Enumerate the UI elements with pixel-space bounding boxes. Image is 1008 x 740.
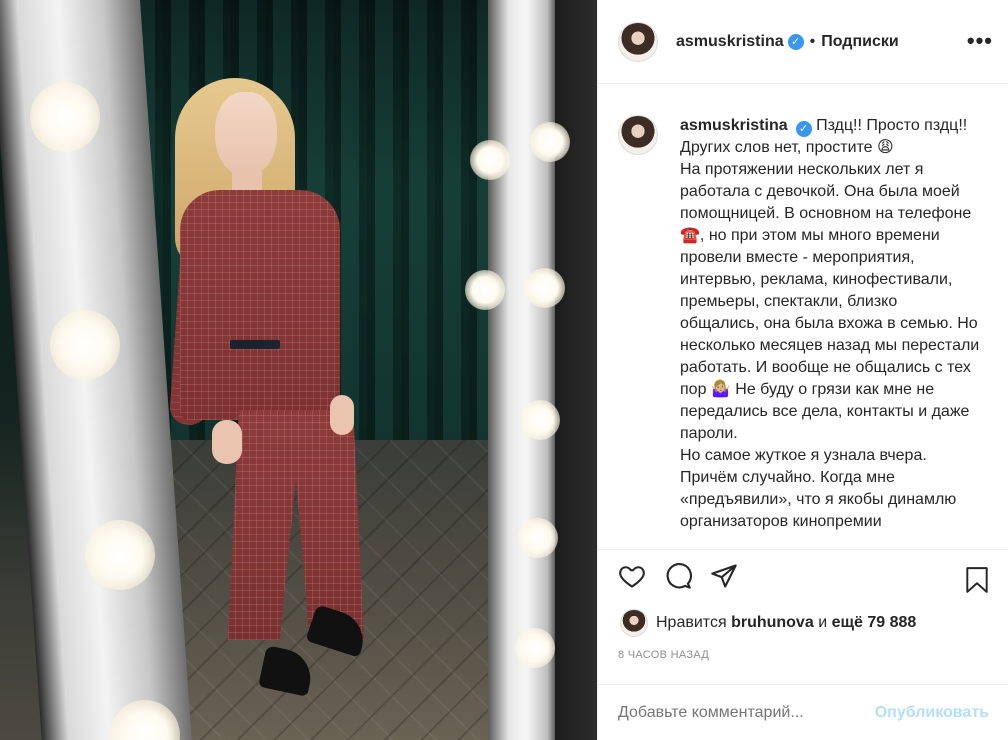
share-icon[interactable] <box>710 562 738 590</box>
caption-username[interactable]: asmuskristina <box>680 117 788 134</box>
bookmark-icon[interactable] <box>964 566 990 594</box>
more-options-icon[interactable]: ••• <box>967 28 993 54</box>
comment-bar: Опубликовать <box>598 684 1008 740</box>
publish-comment-button[interactable]: Опубликовать <box>875 704 989 722</box>
mirror-bulb <box>515 628 555 668</box>
mirror-bulb <box>470 140 510 180</box>
mirror-bulb <box>465 270 505 310</box>
mirror-bulb <box>520 400 560 440</box>
mirror-bulb <box>525 268 565 308</box>
separator-dot: • <box>809 32 816 50</box>
mirror-bulb <box>530 122 570 162</box>
caption-row: asmuskristina ✓ Пздц!! Просто пздц!! Друг… <box>598 85 1008 533</box>
liker-username[interactable]: bruhunova <box>731 614 814 632</box>
heart-icon[interactable] <box>618 562 646 590</box>
caption-text: asmuskristina ✓ Пздц!! Просто пздц!! Друг… <box>680 115 980 533</box>
woman-hand <box>330 395 354 435</box>
header-text: asmuskristina ✓ • Подписки <box>676 33 899 51</box>
mirror-frame-right <box>488 0 558 740</box>
checked-jacket <box>180 190 340 420</box>
mirror-bulb <box>50 310 120 380</box>
jacket-pocket <box>230 340 280 349</box>
mirror-bulb <box>30 82 100 152</box>
caption-scroll-area[interactable]: asmuskristina ✓ Пздц!! Просто пздц!! Друг… <box>598 85 1008 550</box>
mirror-bulb <box>518 518 558 558</box>
woman-hand <box>212 420 242 464</box>
caption-author-avatar[interactable] <box>618 115 658 155</box>
author-avatar[interactable] <box>618 21 658 62</box>
likes-summary: Нравится bruhunova и ещё 79 888 <box>620 609 916 637</box>
likes-count[interactable]: ещё 79 888 <box>832 614 917 632</box>
mirror-bulb <box>85 520 155 590</box>
post-side-panel: asmuskristina ✓ • Подписки ••• asmuskris… <box>597 0 1008 740</box>
comment-input[interactable] <box>618 703 875 722</box>
verified-badge-icon: ✓ <box>795 121 812 137</box>
woman-face <box>215 92 277 176</box>
following-button[interactable]: Подписки <box>821 33 898 51</box>
post-photo[interactable] <box>0 0 597 740</box>
post-timestamp[interactable]: 8 ЧАСОВ НАЗАД <box>618 649 709 661</box>
liker-avatar[interactable] <box>620 609 648 637</box>
likes-joiner: и <box>818 614 828 631</box>
likes-prefix: Нравится <box>656 614 727 631</box>
author-username[interactable]: asmuskristina <box>676 33 784 51</box>
verified-badge-icon: ✓ <box>787 33 804 50</box>
post-header: asmuskristina ✓ • Подписки ••• <box>598 0 1008 84</box>
caption-body: Пздц!! Просто пздц!! Других слов нет, пр… <box>680 117 980 530</box>
comment-icon[interactable] <box>664 562 692 590</box>
post-actions <box>618 562 998 602</box>
mirror-frame-edge <box>555 0 597 740</box>
